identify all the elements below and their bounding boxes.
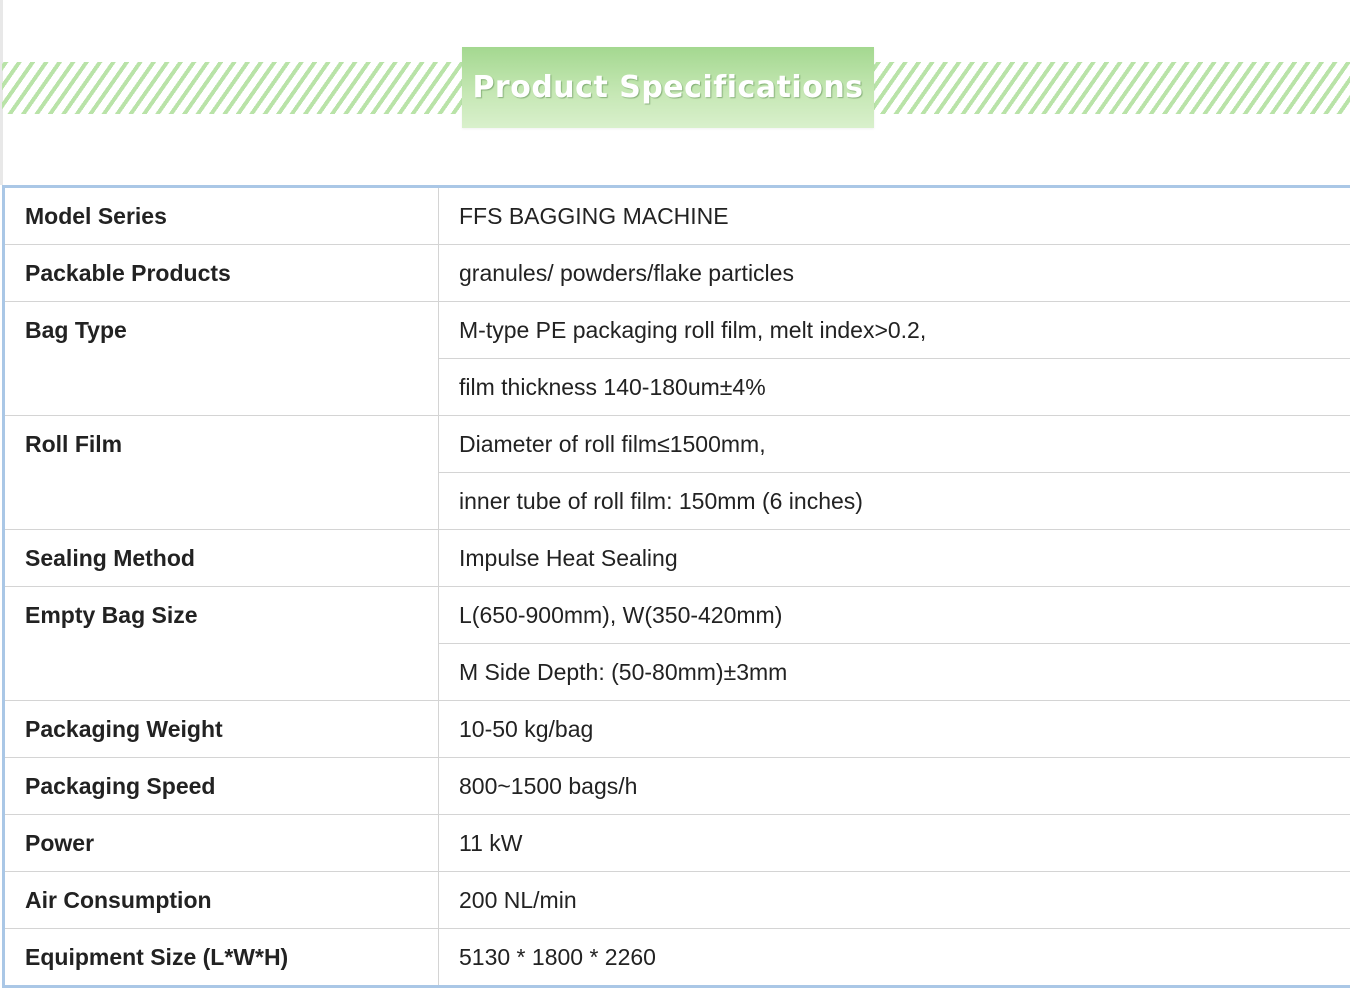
table-row: Sealing Method Impulse Heat Sealing (3, 529, 1350, 587)
spec-value-roll-film-2: inner tube of roll film: 150mm (6 inches… (438, 472, 1350, 530)
spec-label-packaging-weight: Packaging Weight (3, 700, 439, 758)
table-row: Packable Products granules/ powders/flak… (3, 244, 1350, 302)
spec-value-equipment-size: 5130 * 1800 * 2260 (459, 944, 656, 970)
spec-value-bag-type-1: M-type PE packaging roll film, melt inde… (438, 301, 1350, 359)
table-row: Packaging Speed 800~1500 bags/h (3, 757, 1350, 815)
spec-label-model-series: Model Series (3, 186, 439, 245)
spec-label-empty-bag-size: Empty Bag Size (3, 586, 439, 701)
spec-value-power: 11 kW (438, 814, 1350, 872)
spec-label-equipment-size: Equipment Size (L*W*H) (3, 928, 439, 987)
spec-value-model-series: FFS BAGGING MACHINE (438, 186, 1350, 245)
page: Product Specifications Model Series FFS … (0, 0, 1350, 994)
table-row: Air Consumption 200 NL/min (3, 871, 1350, 929)
spec-label-packaging-speed: Packaging Speed (3, 757, 439, 815)
spec-value-empty-bag-size-2: M Side Depth: (50-80mm)±3mm (438, 643, 1350, 701)
spec-label-packable-products: Packable Products (3, 244, 439, 302)
table-row: Bag Type M-type PE packaging roll film, … (3, 301, 1350, 416)
spec-table: Model Series FFS BAGGING MACHINE Packabl… (2, 185, 1350, 988)
table-row: Equipment Size (L*W*H) 5130 * 1800 * 226… (3, 928, 1350, 987)
banner-title: Product Specifications (472, 70, 864, 105)
banner-stripes-left (2, 62, 464, 114)
table-row: Power 11 kW (3, 814, 1350, 872)
table-row: Empty Bag Size L(650-900mm), W(350-420mm… (3, 586, 1350, 701)
spec-label-bag-type: Bag Type (3, 301, 439, 416)
spec-value-air-consumption: 200 NL/min (438, 871, 1350, 929)
spec-value-empty-bag-size-1: L(650-900mm), W(350-420mm) (438, 586, 1350, 644)
spec-value-packable-products: granules/ powders/flake particles (438, 244, 1350, 302)
table-row: Packaging Weight 10-50 kg/bag (3, 700, 1350, 758)
spec-label-power: Power (3, 814, 439, 872)
table-row: Roll Film Diameter of roll film≤1500mm, (3, 415, 1350, 530)
spec-banner: Product Specifications (0, 0, 1350, 185)
spec-value-packaging-speed: 800~1500 bags/h (438, 757, 1350, 815)
banner-stripes-right (872, 62, 1350, 114)
spec-value-roll-film-1: Diameter of roll film≤1500mm, (438, 415, 1350, 473)
spec-label-roll-film: Roll Film (3, 415, 439, 530)
spec-label-sealing-method: Sealing Method (3, 529, 439, 587)
table-row: Model Series FFS BAGGING MACHINE (3, 186, 1350, 245)
spec-label-air-consumption: Air Consumption (3, 871, 439, 929)
spec-value-bag-type-2: film thickness 140-180um±4% (438, 358, 1350, 416)
spec-value-sealing-method: Impulse Heat Sealing (438, 529, 1350, 587)
spec-value-packaging-weight: 10-50 kg/bag (438, 700, 1350, 758)
spec-table-container: Model Series FFS BAGGING MACHINE Packabl… (2, 185, 1350, 994)
banner-title-box: Product Specifications (462, 47, 874, 128)
